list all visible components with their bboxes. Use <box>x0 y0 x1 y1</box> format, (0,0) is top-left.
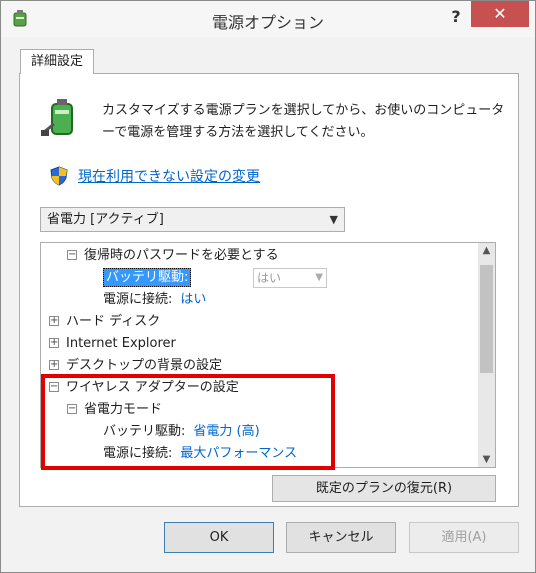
settings-tree: − 復帰時のパスワードを必要とする バッテリ駆動: はい ▼ 電源に接続: はい +… <box>40 242 496 468</box>
tab-advanced-settings[interactable]: 詳細設定 <box>20 49 94 74</box>
tree-node-internet-explorer[interactable]: + Internet Explorer <box>49 333 176 355</box>
tree-node-desktop-background[interactable]: + デスクトップの背景の設定 <box>49 355 222 377</box>
scroll-down-icon[interactable]: ▼ <box>478 454 495 465</box>
apply-button[interactable]: 適用(A) <box>409 522 519 553</box>
help-button[interactable]: ? <box>442 5 470 29</box>
tree-leaf-wireless-plugged-in[interactable]: 電源に接続: 最大パフォーマンス <box>103 443 297 465</box>
tree-node-power-saving-mode[interactable]: − 省電力モード <box>67 399 162 421</box>
collapse-icon[interactable]: − <box>49 381 59 392</box>
tree-leaf-label: バッテリ駆動: <box>103 268 192 287</box>
ok-button[interactable]: OK <box>164 522 274 553</box>
power-plan-select[interactable]: 省電力 [アクティブ] ▼ <box>40 207 345 232</box>
tree-leaf-wireless-battery[interactable]: バッテリ駆動: 省電力 (高) <box>103 421 260 443</box>
tree-scrollbar[interactable]: ▲ ▼ <box>478 243 495 467</box>
close-button[interactable]: ✕ <box>471 1 529 27</box>
settings-panel: カスタマイズする電源プランを選択してから、お使いのコンピューターで電源を管理する… <box>19 73 519 507</box>
tree-node-password-on-wake[interactable]: − 復帰時のパスワードを必要とする <box>67 245 279 267</box>
cancel-button[interactable]: キャンセル <box>286 522 396 553</box>
scroll-up-icon[interactable]: ▲ <box>478 245 495 256</box>
battery-plug-icon <box>41 99 73 136</box>
tree-leaf-value[interactable]: 省電力 (高) <box>193 424 259 439</box>
tree-node-wireless-adapter[interactable]: − ワイヤレス アダプターの設定 <box>49 377 239 399</box>
tree-leaf-battery[interactable]: バッテリ駆動: はい ▼ <box>103 267 343 289</box>
collapse-icon[interactable]: − <box>67 249 77 260</box>
tree-node-hard-disk[interactable]: + ハード ディスク <box>49 311 160 333</box>
restore-default-plan-button[interactable]: 既定のプランの復元(R) <box>272 475 496 502</box>
chevron-down-icon: ▼ <box>329 213 338 226</box>
description-text: カスタマイズする電源プランを選択してから、お使いのコンピューターで電源を管理する… <box>102 103 505 140</box>
collapse-icon[interactable]: − <box>67 403 77 414</box>
tree-leaf-plugged-in[interactable]: 電源に接続: はい <box>103 289 206 311</box>
title-bar: 電源オプション ? ✕ <box>1 1 535 37</box>
change-unavailable-settings-link[interactable]: 現在利用できない設定の変更 <box>78 166 260 186</box>
power-plan-select-value: 省電力 [アクティブ] <box>47 212 164 227</box>
battery-value-select[interactable]: はい ▼ <box>253 268 327 288</box>
scroll-thumb[interactable] <box>480 265 493 373</box>
chevron-down-icon: ▼ <box>315 272 323 283</box>
tree-leaf-value[interactable]: はい <box>180 292 206 307</box>
tree-leaf-value[interactable]: 最大パフォーマンス <box>180 446 297 461</box>
expand-icon[interactable]: + <box>49 337 59 348</box>
expand-icon[interactable]: + <box>49 315 59 326</box>
power-options-dialog: 電源オプション ? ✕ 詳細設定 カスタマイズする電源プランを選択してから、お使… <box>0 0 536 573</box>
uac-shield-icon <box>50 166 68 186</box>
expand-icon[interactable]: + <box>49 359 59 370</box>
